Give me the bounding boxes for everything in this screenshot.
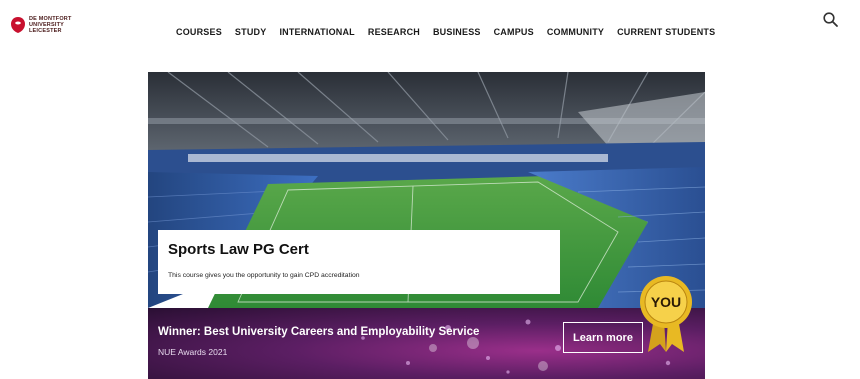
search-button[interactable] [822,11,840,29]
award-rosette-icon: YOU [640,276,692,352]
nav-current-students[interactable]: CURRENT STUDENTS [617,27,715,37]
university-logo[interactable]: DE MONTFORT UNIVERSITY LEICESTER [10,13,78,37]
award-title: Winner: Best University Careers and Empl… [158,326,480,338]
nav-research[interactable]: RESEARCH [368,27,420,37]
hero-banner: Winner: Best University Careers and Empl… [148,72,705,379]
award-badge: YOU [634,274,698,354]
logo-text-line3: LEICESTER [29,28,62,34]
search-icon [823,12,838,27]
nav-study[interactable]: STUDY [235,27,267,37]
nav-campus[interactable]: CAMPUS [494,27,534,37]
award-subtitle: NUE Awards 2021 [158,347,228,357]
badge-text: YOU [651,294,681,310]
course-card[interactable]: Sports Law PG Cert This course gives you… [158,230,560,294]
nav-international[interactable]: INTERNATIONAL [279,27,354,37]
logo-mark-icon [11,17,25,33]
nav-business[interactable]: BUSINESS [433,27,481,37]
course-description: This course gives you the opportunity to… [168,272,360,279]
nav-community[interactable]: COMMUNITY [547,27,604,37]
course-title: Sports Law PG Cert [168,241,309,258]
learn-more-button[interactable]: Learn more [563,322,643,353]
nav-courses[interactable]: COURSES [176,27,222,37]
main-nav: COURSES STUDY INTERNATIONAL RESEARCH BUS… [176,27,715,37]
